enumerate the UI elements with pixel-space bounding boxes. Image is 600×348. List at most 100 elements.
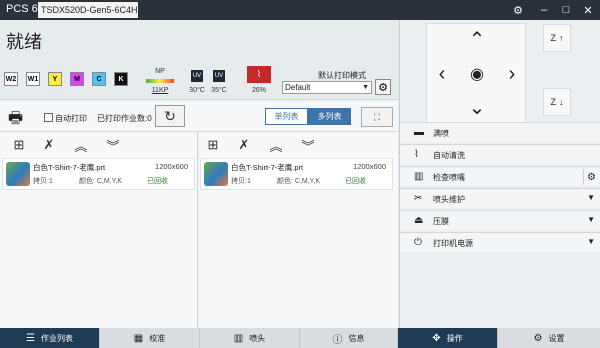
np-bar xyxy=(146,79,174,83)
np-value: 11KP xyxy=(151,87,169,94)
job-colors: 颜色: C,M,Y,K xyxy=(79,178,123,185)
add-file-icon[interactable]: ⊞ xyxy=(204,136,222,154)
menu-item-press-film[interactable]: ⏏ 压膜 ▼ xyxy=(400,210,600,230)
maintenance-icon: ✂ xyxy=(414,193,423,204)
tab-info[interactable]: ⓘ 信息 xyxy=(300,328,398,348)
gear-icon[interactable]: ⚙ xyxy=(583,169,599,185)
tab-label: 作业列表 xyxy=(40,333,73,343)
jog-pad: ⌃ ‹ ◉ › ⌄ xyxy=(426,23,526,123)
scan-button[interactable]: ⛶ xyxy=(361,107,393,127)
ink-c: C xyxy=(92,72,106,86)
job-size: 1200x600 xyxy=(353,162,386,171)
home-icon[interactable]: ◉ xyxy=(462,59,492,89)
chevron-down-icon: ▼ xyxy=(587,215,595,224)
close-icon[interactable]: ✕ xyxy=(580,2,596,18)
tab-label: 信息 xyxy=(348,333,365,343)
chevron-down-icon: ▼ xyxy=(587,193,595,202)
menu-item-nozzle-check[interactable]: ▥ 检查喷嘴 ⚙ xyxy=(400,166,600,186)
uv1-icon: UV xyxy=(191,70,203,82)
menu-item-printer-power[interactable]: ⏻ 打印机电源 ▼ xyxy=(400,232,600,252)
chevron-down-icon: ▼ xyxy=(587,237,595,246)
ink-m: M xyxy=(70,72,84,86)
list-item[interactable]: 白色T-Shirt-7-老鹰.prt 1200x600 拷贝:1 颜色: C,M… xyxy=(200,158,393,190)
job-name: 白色T-Shirt-7-老鹰.prt xyxy=(33,163,106,172)
chevron-down-icon[interactable]: ︾ xyxy=(299,136,317,154)
nozzle-icon: ▥ xyxy=(233,332,244,344)
move-icon: ✥ xyxy=(432,332,441,344)
menu-item-label: 喷头维护 xyxy=(433,195,465,204)
job-size: 1200x600 xyxy=(155,162,188,171)
clean-icon: ⌇ xyxy=(414,149,419,160)
auto-print-checkbox[interactable] xyxy=(44,113,53,122)
heat-value: 26% xyxy=(251,87,266,94)
scan-icon: ⛶ xyxy=(373,111,381,122)
chevron-up-icon[interactable]: ︽ xyxy=(267,136,285,154)
add-file-icon[interactable]: ⊞ xyxy=(10,136,28,154)
nozzle-check-icon: ▥ xyxy=(414,171,424,182)
mode-settings-button[interactable]: ⚙ xyxy=(375,79,391,95)
tab-label: 操作 xyxy=(446,333,463,343)
z-up-button[interactable]: Z ↑ xyxy=(543,24,571,52)
ink-k: K xyxy=(114,72,128,86)
print-icon: ▬ xyxy=(414,127,424,138)
tab-job-list[interactable]: ☰ 作业列表 xyxy=(0,328,100,348)
device-tab[interactable]: TSDX520D-Gen5-6C4H xyxy=(38,2,138,18)
move-left-icon[interactable]: ‹ xyxy=(427,59,457,89)
refresh-button[interactable]: ↻ xyxy=(155,105,185,127)
menu-item-auto-clean[interactable]: ⌇ 自动清洗 xyxy=(400,144,600,164)
move-right-icon[interactable]: › xyxy=(497,59,527,89)
single-list-button[interactable]: 单列表 xyxy=(265,108,308,125)
tab-label: 喷头 xyxy=(249,333,266,343)
arrow-down-icon: ↓ xyxy=(559,97,564,107)
list-icon: ☰ xyxy=(26,332,35,344)
menu-item-fill-print[interactable]: ▬ 满喷 xyxy=(400,122,600,142)
tab-calibrate[interactable]: ▦ 校准 xyxy=(100,328,200,348)
job-copies: 拷贝:1 xyxy=(231,178,251,185)
operation-panel: ⌃ ‹ ◉ › ⌄ Z ↑ Z ↓ ▬ 满喷 ⌇ 自动清洗 ▥ 检查喷嘴 ⚙ ✂… xyxy=(399,20,600,328)
status-area: 就绪 W2 W1 Y M C K NP 11KP UV 30°C UV 35°C… xyxy=(0,20,398,100)
arrow-up-icon: ↑ xyxy=(559,33,564,43)
z-down-button[interactable]: Z ↓ xyxy=(543,88,571,116)
print-mode-value: Default xyxy=(285,83,311,92)
minimize-icon[interactable]: – xyxy=(536,2,552,18)
job-copies: 拷贝:1 xyxy=(33,178,53,185)
tab-nozzle[interactable]: ▥ 喷头 xyxy=(200,328,300,348)
bottom-tab-bar: ☰ 作业列表 ▦ 校准 ▥ 喷头 ⓘ 信息 ✥ 操作 ⚙ 设置 xyxy=(0,328,600,348)
z-up-label: Z xyxy=(550,33,557,43)
list-item[interactable]: 白色T-Shirt-7-老鹰.prt 1200x600 拷贝:1 颜色: C,M… xyxy=(2,158,195,190)
gear-icon[interactable]: ⚙ xyxy=(510,2,526,18)
move-up-icon[interactable]: ⌃ xyxy=(462,24,492,54)
job-status: 已回收 xyxy=(147,178,168,185)
tab-operation[interactable]: ✥ 操作 xyxy=(398,328,498,348)
remove-file-icon[interactable]: ✗ xyxy=(235,136,253,154)
press-icon: ⏏ xyxy=(414,215,424,226)
uv1-temp: 30°C xyxy=(189,87,205,94)
job-list-left: ⊞ ✗ ︽ ︾ 白色T-Shirt-7-老鹰.prt 1200x600 拷贝:1… xyxy=(0,132,198,328)
z-down-label: Z xyxy=(550,97,557,107)
gear-icon: ⚙ xyxy=(378,81,388,94)
auto-print-label: 自动打印 xyxy=(55,114,87,123)
maximize-icon[interactable]: □ xyxy=(558,2,574,18)
multi-list-button[interactable]: 多列表 xyxy=(308,108,351,125)
tab-label: 设置 xyxy=(548,333,565,343)
chevron-down-icon[interactable]: ︾ xyxy=(104,136,122,154)
menu-item-label: 满喷 xyxy=(433,129,449,138)
job-status: 已回收 xyxy=(345,178,366,185)
printer-icon[interactable]: 🖶 xyxy=(8,107,23,134)
uv2-temp: 35°C xyxy=(211,87,227,94)
title-bar: PCS 6 TSDX520D-Gen5-6C4H ⚙ – □ ✕ xyxy=(0,0,600,20)
print-mode-select[interactable]: Default ▼ xyxy=(282,81,372,94)
job-name: 白色T-Shirt-7-老鹰.prt xyxy=(231,163,304,172)
mode-label: 默认打印模式 xyxy=(318,71,366,80)
tab-settings[interactable]: ⚙ 设置 xyxy=(498,328,600,348)
np-label: NP xyxy=(155,68,165,75)
pcs-app-window: PCS 6 TSDX520D-Gen5-6C4H ⚙ – □ ✕ 就绪 W2 W… xyxy=(0,0,600,348)
menu-item-head-maintenance[interactable]: ✂ 喷头维护 ▼ xyxy=(400,188,600,208)
chevron-up-icon[interactable]: ︽ xyxy=(72,136,90,154)
menu-item-label: 压膜 xyxy=(433,217,449,226)
refresh-icon: ↻ xyxy=(164,107,176,124)
remove-file-icon[interactable]: ✗ xyxy=(40,136,58,154)
move-down-icon[interactable]: ⌄ xyxy=(462,92,492,122)
ink-w2: W2 xyxy=(4,72,18,86)
info-icon: ⓘ xyxy=(332,334,343,346)
